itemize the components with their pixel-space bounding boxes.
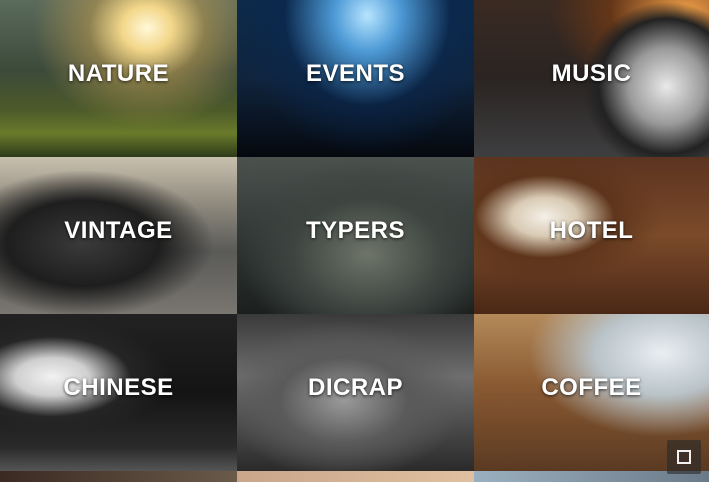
tile-vintage[interactable]: VINTAGE [0,157,237,314]
tile-label: MUSIC [551,59,632,87]
tile-dicrap[interactable]: DICRAP [237,314,474,471]
tile-label: TYPERS [305,216,406,244]
partial-image [0,471,237,482]
partial-image [237,471,474,482]
tile-label: NATURE [67,59,170,87]
category-grid: NATURE EVENTS MUSIC VINTAGE TYPERS HOTEL… [0,0,709,482]
tile-label: HOTEL [549,216,634,244]
square-button[interactable] [667,440,701,474]
tile-chinese[interactable]: CHINESE [0,314,237,471]
tile-nature[interactable]: NATURE [0,0,237,157]
square-icon [677,450,691,464]
tile-label: COFFEE [541,373,642,401]
tile-label: VINTAGE [64,216,173,244]
tile-label: DICRAP [307,373,403,401]
tile-partial[interactable] [0,471,237,482]
tile-label: CHINESE [63,373,174,401]
tile-label: EVENTS [305,59,406,87]
tile-typers[interactable]: TYPERS [237,157,474,314]
tile-events[interactable]: EVENTS [237,0,474,157]
tile-music[interactable]: MUSIC [474,0,709,157]
tile-partial[interactable] [237,471,474,482]
tile-hotel[interactable]: HOTEL [474,157,709,314]
